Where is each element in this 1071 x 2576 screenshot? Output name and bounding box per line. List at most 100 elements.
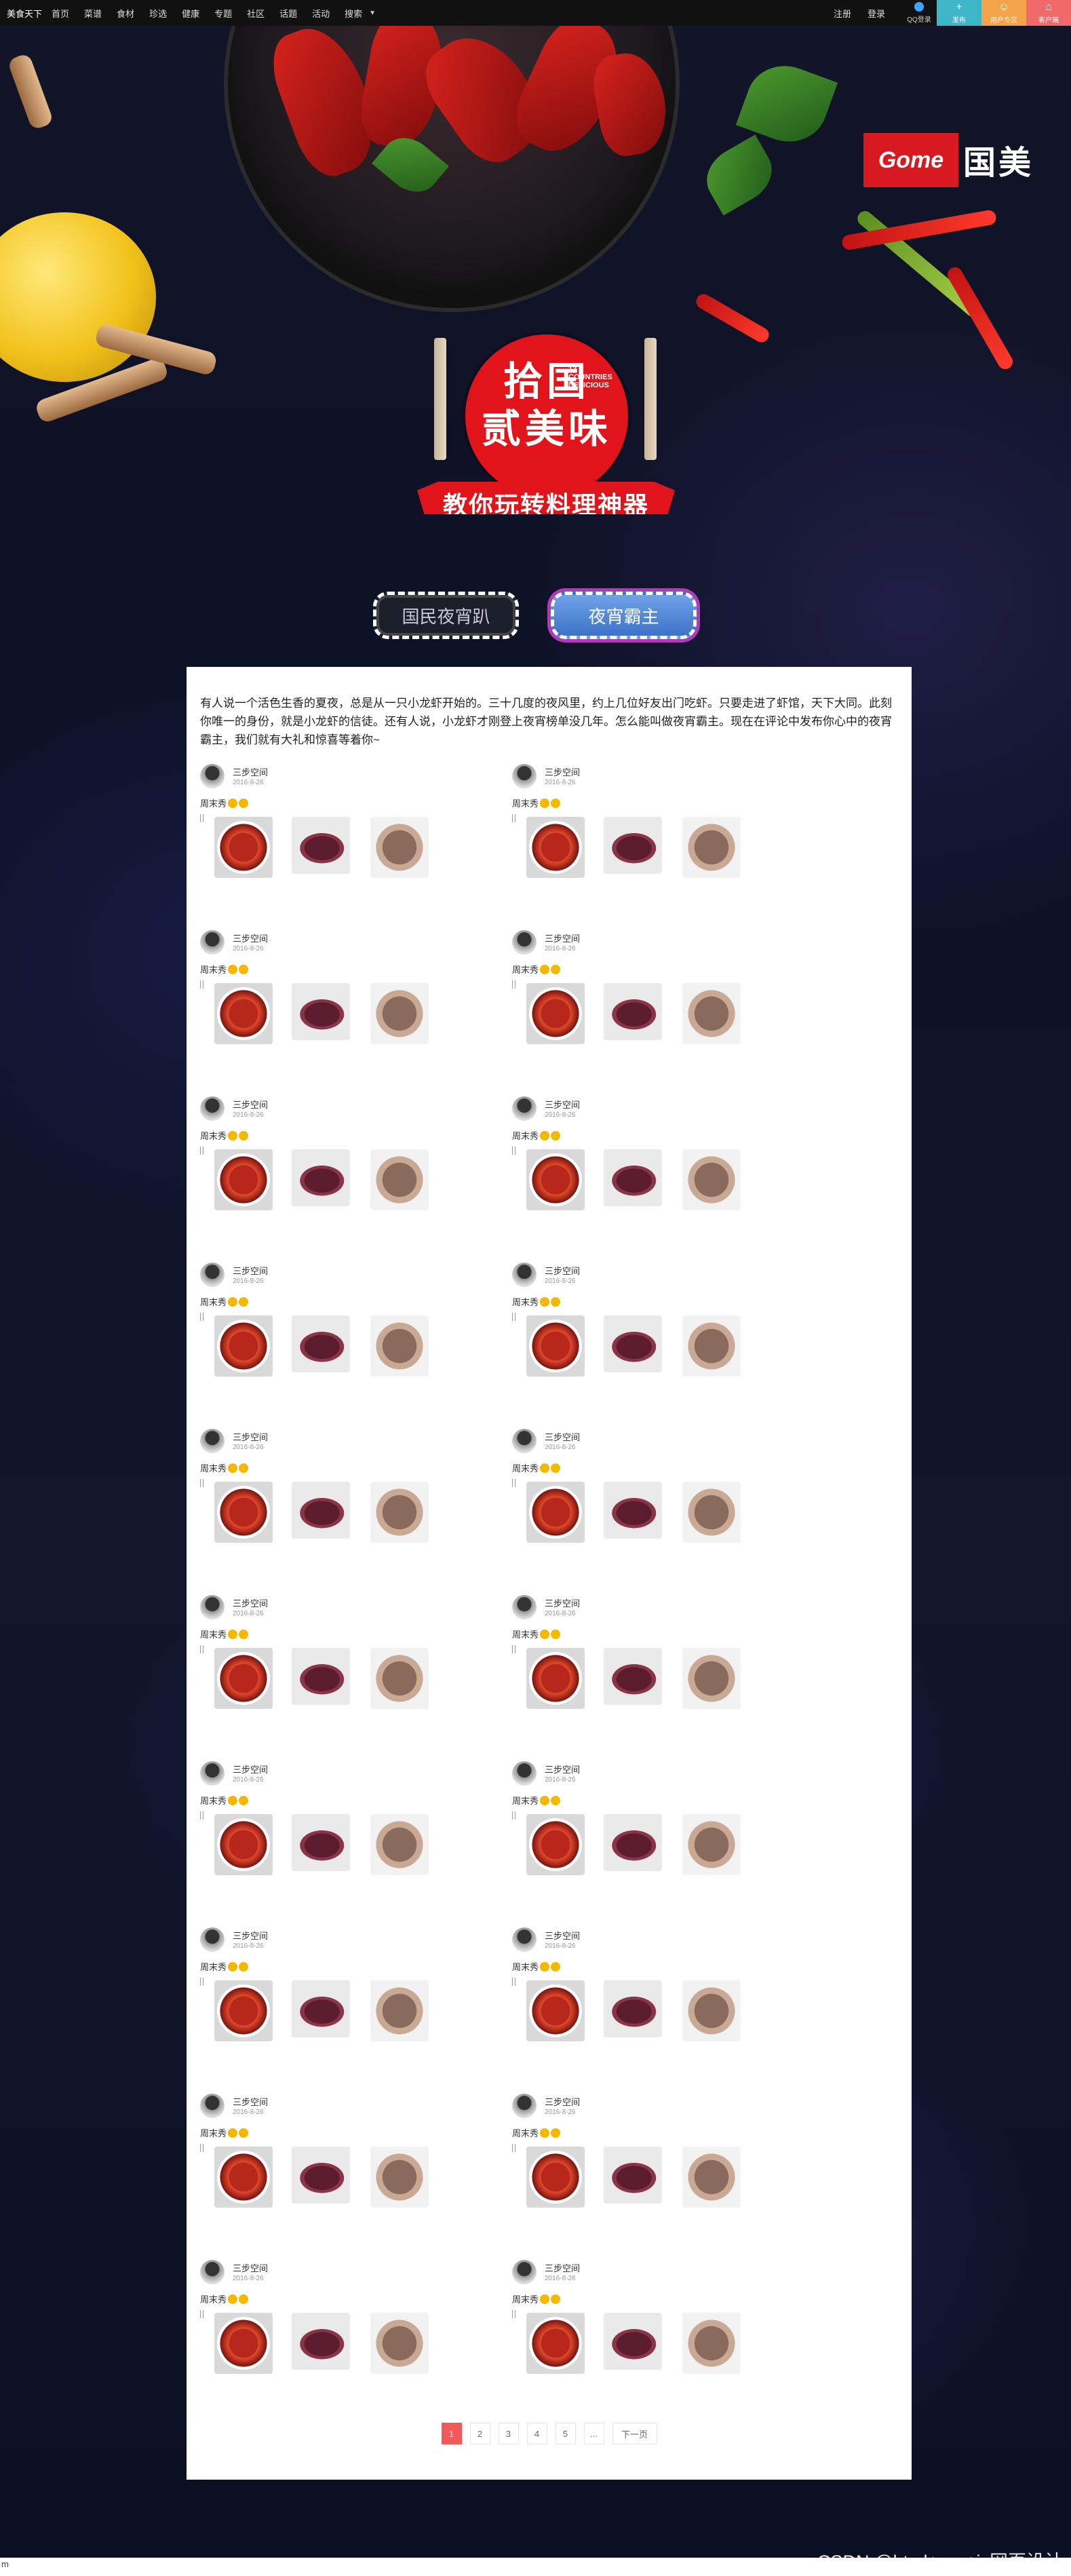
nav-home[interactable]: 首页 — [52, 7, 69, 20]
nav-recipes[interactable]: 菜谱 — [84, 7, 102, 20]
avatar[interactable] — [512, 2094, 537, 2118]
shredded-meat-photo[interactable] — [370, 1648, 429, 1709]
crayfish-plate-photo[interactable] — [214, 1149, 273, 1210]
crayfish-plate-photo[interactable] — [526, 2313, 585, 2374]
sausage-plate-photo[interactable] — [604, 1980, 662, 2037]
shredded-meat-photo[interactable] — [370, 817, 429, 878]
shredded-meat-photo[interactable] — [370, 1814, 429, 1875]
shredded-meat-photo[interactable] — [370, 1149, 429, 1210]
nav-health[interactable]: 健康 — [182, 7, 199, 20]
shredded-meat-photo[interactable] — [682, 2313, 741, 2374]
register-link[interactable]: 注册 — [834, 7, 851, 20]
crayfish-plate-photo[interactable] — [526, 2147, 585, 2208]
login-link[interactable]: 登录 — [868, 7, 885, 20]
avatar[interactable] — [512, 1096, 537, 1121]
avatar[interactable] — [200, 1595, 225, 1619]
avatar[interactable] — [200, 1761, 225, 1786]
avatar[interactable] — [200, 930, 225, 955]
crayfish-plate-photo[interactable] — [526, 1814, 585, 1875]
avatar[interactable] — [512, 1429, 537, 1453]
post-username[interactable]: 三步空间 — [233, 1763, 268, 1775]
user-area-button[interactable]: ☺ 用户专区 — [981, 0, 1026, 26]
crayfish-plate-photo[interactable] — [214, 2313, 273, 2374]
publish-button[interactable]: + 发布 — [937, 0, 981, 26]
page-button[interactable]: 4 — [526, 2423, 547, 2444]
sausage-plate-photo[interactable] — [292, 1482, 350, 1539]
crayfish-plate-photo[interactable] — [526, 983, 585, 1044]
post-username[interactable]: 三步空间 — [545, 1264, 580, 1277]
shredded-meat-photo[interactable] — [682, 1814, 741, 1875]
site-brand-link[interactable]: 美食天下 — [7, 7, 42, 20]
post-username[interactable]: 三步空间 — [545, 2095, 580, 2108]
crayfish-plate-photo[interactable] — [214, 1980, 273, 2041]
sausage-plate-photo[interactable] — [604, 983, 662, 1040]
shredded-meat-photo[interactable] — [682, 983, 741, 1044]
avatar[interactable] — [200, 1429, 225, 1453]
nav-community[interactable]: 社区 — [247, 7, 265, 20]
avatar[interactable] — [200, 1263, 225, 1287]
avatar[interactable] — [512, 1595, 537, 1619]
crayfish-plate-photo[interactable] — [214, 2147, 273, 2208]
sausage-plate-photo[interactable] — [292, 817, 350, 874]
post-username[interactable]: 三步空间 — [233, 1596, 268, 1609]
shredded-meat-photo[interactable] — [682, 817, 741, 878]
avatar[interactable] — [512, 764, 537, 788]
post-username[interactable]: 三步空间 — [233, 1929, 268, 1942]
qq-login-button[interactable]: QQ登录 — [901, 0, 937, 26]
chevron-down-icon[interactable]: ▼ — [369, 9, 376, 17]
page-button[interactable]: 3 — [498, 2423, 519, 2444]
avatar[interactable] — [200, 2260, 225, 2284]
sausage-plate-photo[interactable] — [604, 1315, 662, 1372]
nav-topics[interactable]: 专题 — [214, 7, 232, 20]
shredded-meat-photo[interactable] — [370, 2313, 429, 2374]
nav-events[interactable]: 活动 — [312, 7, 330, 20]
avatar[interactable] — [200, 764, 225, 788]
crayfish-plate-photo[interactable] — [526, 1315, 585, 1377]
sausage-plate-photo[interactable] — [292, 1149, 350, 1206]
tab-national-supper[interactable]: 国民夜宵趴 — [373, 592, 519, 639]
shredded-meat-photo[interactable] — [370, 1482, 429, 1543]
avatar[interactable] — [512, 930, 537, 955]
sausage-plate-photo[interactable] — [604, 2147, 662, 2204]
next-page-button[interactable]: 下一页 — [612, 2423, 657, 2444]
nav-search[interactable]: 搜索 — [345, 7, 362, 20]
nav-ingredients[interactable]: 食材 — [117, 7, 134, 20]
sausage-plate-photo[interactable] — [604, 1648, 662, 1705]
sausage-plate-photo[interactable] — [604, 1149, 662, 1206]
post-username[interactable]: 三步空间 — [545, 1430, 580, 1443]
sausage-plate-photo[interactable] — [292, 1648, 350, 1705]
crayfish-plate-photo[interactable] — [526, 1149, 585, 1210]
crayfish-plate-photo[interactable] — [214, 1482, 273, 1543]
avatar[interactable] — [512, 2260, 537, 2284]
shredded-meat-photo[interactable] — [682, 1980, 741, 2041]
avatar[interactable] — [512, 1263, 537, 1287]
shredded-meat-photo[interactable] — [370, 1315, 429, 1377]
post-username[interactable]: 三步空间 — [233, 931, 268, 944]
post-username[interactable]: 三步空间 — [233, 1264, 268, 1277]
avatar[interactable] — [512, 1927, 537, 1952]
sausage-plate-photo[interactable] — [292, 1315, 350, 1372]
crayfish-plate-photo[interactable] — [214, 983, 273, 1044]
post-username[interactable]: 三步空间 — [545, 931, 580, 944]
avatar[interactable] — [512, 1761, 537, 1786]
sausage-plate-photo[interactable] — [604, 1482, 662, 1539]
crayfish-plate-photo[interactable] — [526, 1482, 585, 1543]
shredded-meat-photo[interactable] — [370, 2147, 429, 2208]
sausage-plate-photo[interactable] — [604, 2313, 662, 2370]
shredded-meat-photo[interactable] — [682, 1149, 741, 1210]
post-username[interactable]: 三步空间 — [545, 1596, 580, 1609]
post-username[interactable]: 三步空间 — [545, 765, 580, 778]
shredded-meat-photo[interactable] — [682, 1648, 741, 1709]
post-username[interactable]: 三步空间 — [545, 1929, 580, 1942]
sausage-plate-photo[interactable] — [292, 2313, 350, 2370]
sausage-plate-photo[interactable] — [292, 1814, 350, 1871]
post-username[interactable]: 三步空间 — [545, 1098, 580, 1111]
avatar[interactable] — [200, 2094, 225, 2118]
sausage-plate-photo[interactable] — [604, 817, 662, 874]
shredded-meat-photo[interactable] — [370, 1980, 429, 2041]
shredded-meat-photo[interactable] — [682, 1315, 741, 1377]
crayfish-plate-photo[interactable] — [214, 817, 273, 878]
post-username[interactable]: 三步空间 — [233, 2261, 268, 2274]
app-download-button[interactable]: ⌂ 客户端 — [1026, 0, 1071, 26]
post-username[interactable]: 三步空间 — [545, 2261, 580, 2274]
